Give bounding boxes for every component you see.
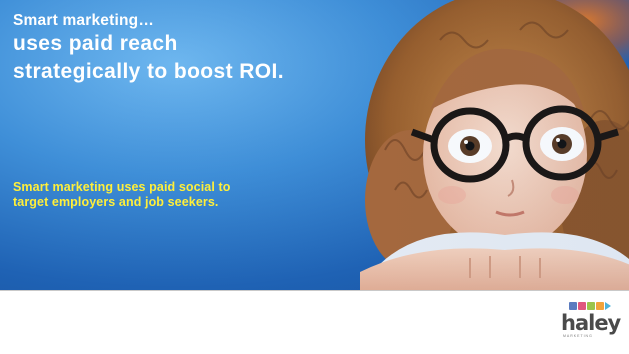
headline-line-3: strategically to boost ROI. [13,60,285,83]
logo-tagline: MARKETING [563,334,593,338]
logo-wordmark: haley [561,311,621,335]
subtext-line-1: Smart marketing uses paid social to [13,180,231,194]
hero-image-area: Smart marketing… uses paid reach strateg… [0,0,629,290]
haley-marketing-logo: haley MARKETING [561,301,621,341]
divider-line [0,290,629,291]
logo-swatches-icon [569,302,611,310]
slide-headline: Smart marketing… uses paid reach strateg… [13,12,284,86]
subtext-line-2: target employers and job seekers. [13,195,219,209]
slide-subtext: Smart marketing uses paid social to targ… [13,180,333,210]
headline-line-1: Smart marketing… [13,12,155,29]
presentation-slide: Smart marketing… uses paid reach strateg… [0,0,629,354]
headline-line-2: uses paid reach [13,32,178,55]
